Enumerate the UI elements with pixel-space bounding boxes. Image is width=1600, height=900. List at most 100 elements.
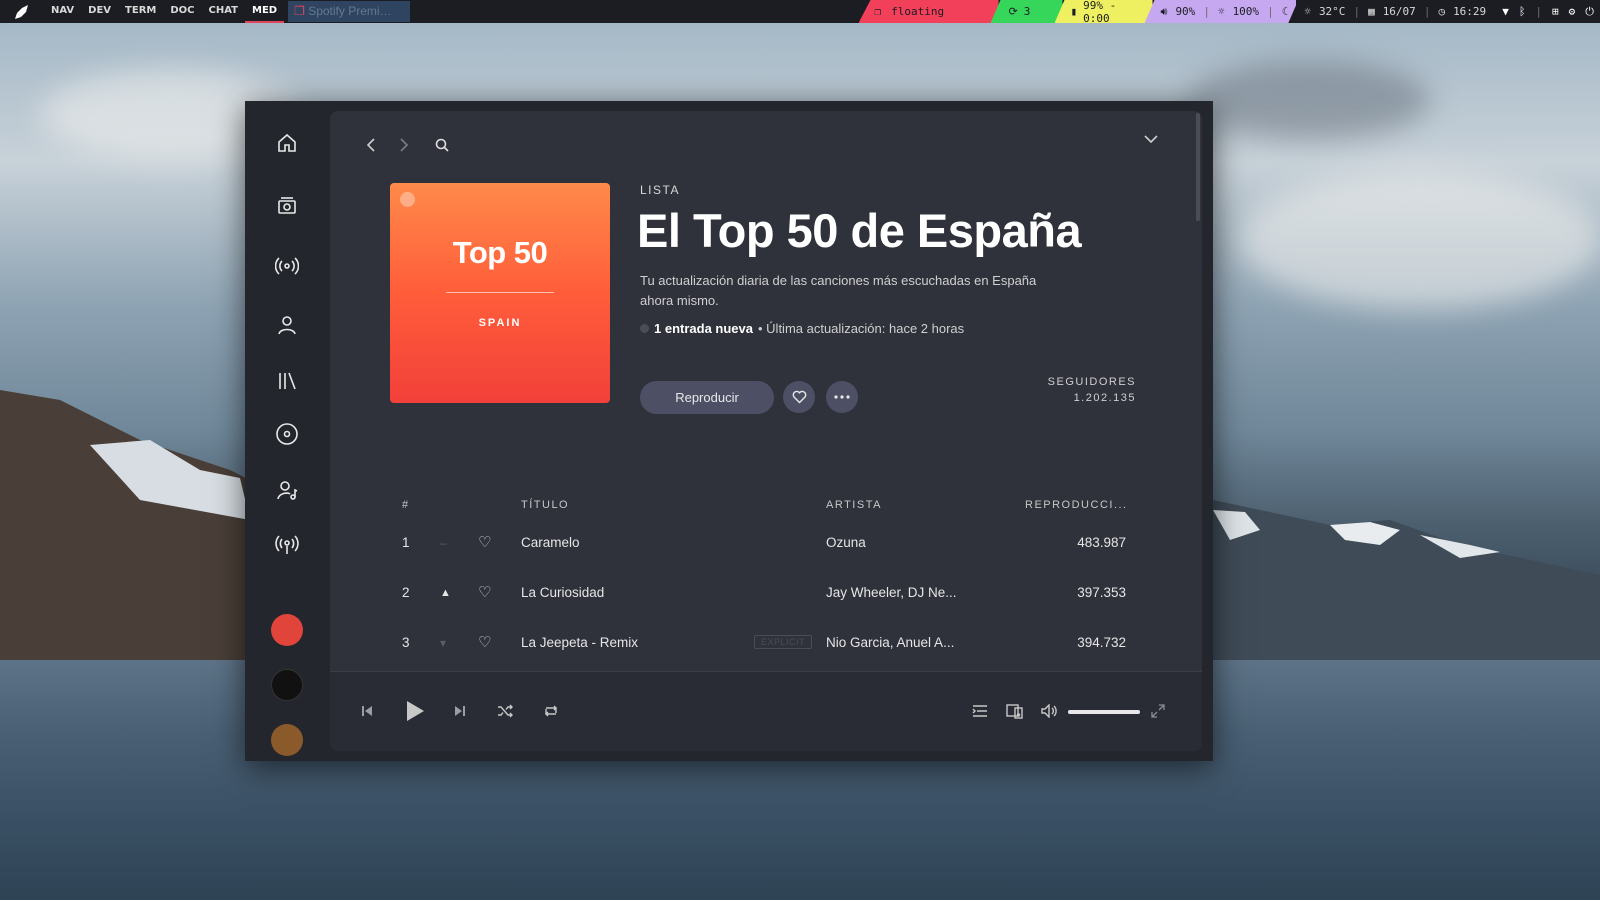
profile-icon[interactable] — [270, 308, 304, 342]
workspace-med[interactable]: MED — [245, 0, 285, 23]
podcast-icon[interactable] — [270, 528, 304, 562]
workspace-term[interactable]: TERM — [118, 0, 163, 23]
spotify-logo-icon — [400, 192, 415, 207]
divider: | — [1267, 5, 1274, 18]
avatar-playlist-3[interactable] — [271, 724, 303, 756]
avatar-playlist-1[interactable] — [271, 614, 303, 646]
divider: | — [1423, 5, 1431, 18]
heart-icon[interactable]: ♡ — [478, 568, 491, 618]
add-icon[interactable]: ⊞ — [1552, 5, 1559, 18]
window-title-text: Spotify Premi… — [308, 4, 392, 18]
track-plays: 483.987 — [1077, 535, 1126, 550]
new-entries-text: 1 entrada nueva — [654, 321, 753, 336]
taskbar-window-title[interactable]: ❐ Spotify Premi… — [288, 1, 411, 22]
track-plays: 394.732 — [1077, 635, 1126, 650]
main-panel: Top 50 SPAIN LISTA El Top 50 de España T… — [330, 111, 1202, 751]
track-number: 1 — [402, 535, 410, 550]
page-title: El Top 50 de España — [637, 204, 1082, 257]
cover-title: Top 50 — [452, 235, 548, 270]
layout-mode-segment[interactable]: ❐ floating — [858, 0, 999, 23]
column-header-title[interactable]: TÍTULO — [521, 499, 569, 511]
heart-icon[interactable]: ♡ — [478, 518, 491, 568]
battery-text: 99% - 0:00 — [1083, 0, 1117, 25]
workspace-doc[interactable]: DOC — [163, 0, 201, 23]
top-panel: NAV DEV TERM DOC CHAT MED ❐ Spotify Prem… — [0, 0, 1600, 23]
settings-gear-icon[interactable]: ⚙ — [1569, 5, 1576, 18]
playlist-meta: 1 entrada nueva • Última actualización: … — [640, 321, 964, 336]
workspace-chat[interactable]: CHAT — [202, 0, 246, 23]
window-icon: ❐ — [294, 4, 309, 18]
browse-icon[interactable] — [270, 188, 304, 222]
repeat-icon[interactable] — [538, 698, 564, 724]
track-number: 2 — [402, 585, 410, 600]
search-icon[interactable] — [430, 133, 454, 157]
home-icon[interactable] — [270, 126, 304, 160]
chevron-down-icon[interactable] — [1139, 127, 1163, 151]
track-artist[interactable]: Jay Wheeler, DJ Ne... — [826, 568, 957, 618]
heart-icon[interactable] — [783, 381, 815, 413]
radio-icon[interactable] — [270, 249, 304, 283]
calendar-icon: ▦ — [1368, 5, 1375, 18]
trend-up-icon: ▲ — [440, 587, 451, 599]
table-row[interactable]: 2 ▲ ♡ La Curiosidad Jay Wheeler, DJ Ne..… — [330, 568, 1202, 618]
explicit-badge: EXPLICIT — [754, 635, 813, 649]
heart-icon[interactable]: ♡ — [478, 618, 491, 668]
clock-segment: ☼ 32°C | ▦ 16/07 | ◷ 16:29 — [1288, 0, 1495, 23]
track-plays: 397.353 — [1077, 585, 1126, 600]
disc-icon[interactable] — [270, 417, 304, 451]
battery-icon: ▮ — [1070, 5, 1078, 18]
updates-segment[interactable]: ⟳ 3 — [990, 0, 1063, 23]
bluetooth-icon[interactable]: ᛒ — [1519, 5, 1526, 18]
workspace-dev[interactable]: DEV — [81, 0, 118, 23]
power-icon[interactable]: ⏻ — [1585, 5, 1594, 19]
column-header-plays[interactable]: REPRODUCCI... — [1025, 499, 1128, 511]
back-chevron-icon[interactable] — [359, 133, 383, 157]
playlist-description: Tu actualización diaria de las canciones… — [640, 273, 1037, 308]
queue-icon[interactable] — [967, 698, 993, 724]
previous-track-icon[interactable] — [354, 698, 380, 724]
cover-divider — [446, 292, 554, 293]
spotify-window: Top 50 SPAIN LISTA El Top 50 de España T… — [245, 101, 1213, 761]
next-track-icon[interactable] — [447, 698, 473, 724]
divider: | — [1353, 5, 1361, 18]
volume-slider[interactable] — [1068, 710, 1140, 714]
night-mode-icon[interactable]: ☾ — [1282, 5, 1289, 18]
fullscreen-icon[interactable] — [1145, 698, 1171, 724]
new-entry-dot-icon — [640, 324, 649, 333]
column-header-artist[interactable]: ARTISTA — [826, 499, 882, 511]
track-title[interactable]: La Curiosidad — [521, 568, 604, 618]
track-title[interactable]: La Jeepeta - Remix — [521, 618, 638, 668]
sidebar — [245, 101, 329, 761]
divider: | — [1203, 5, 1210, 18]
rocket-launcher-icon[interactable] — [0, 0, 44, 23]
wifi-icon[interactable]: ▼ — [1502, 5, 1509, 18]
table-row[interactable]: 3 ▾ ♡ La Jeepeta - Remix EXPLICIT Nio Ga… — [330, 618, 1202, 668]
table-row[interactable]: 1 – ♡ Caramelo Ozuna 483.987 — [330, 518, 1202, 568]
playlist-cover[interactable]: Top 50 SPAIN — [390, 183, 610, 403]
play-button[interactable]: Reproducir — [640, 381, 774, 414]
divider: | — [1535, 5, 1543, 18]
refresh-icon: ⟳ — [1008, 5, 1018, 18]
track-title[interactable]: Caramelo — [521, 518, 580, 568]
play-icon[interactable] — [398, 694, 432, 728]
forward-chevron-icon[interactable] — [392, 133, 416, 157]
system-info-segment: 🔊︎ 90% | ☼ 100% | ☾ — [1144, 0, 1297, 23]
clock-icon: ◷ — [1438, 5, 1446, 18]
scrollbar-thumb[interactable] — [1196, 113, 1200, 221]
avatar-playlist-2[interactable] — [271, 669, 303, 701]
trend-same-icon: – — [440, 536, 447, 550]
library-icon[interactable] — [270, 364, 304, 398]
track-artist[interactable]: Nio Garcia, Anuel A... — [826, 618, 954, 668]
cover-subtitle: SPAIN — [478, 317, 522, 329]
devices-icon[interactable] — [1002, 698, 1028, 724]
more-options-icon[interactable] — [826, 381, 858, 413]
artist-icon[interactable] — [270, 473, 304, 507]
volume-icon[interactable] — [1037, 698, 1063, 724]
shuffle-icon[interactable] — [492, 698, 518, 724]
workspace-nav[interactable]: NAV — [44, 0, 81, 23]
track-artist[interactable]: Ozuna — [826, 518, 866, 568]
track-number: 3 — [402, 635, 410, 650]
status-area: ❐ floating ⟳ 3 ▮ 99% - 0:00 🔊︎ 90% | ☼ 100% |… — [858, 0, 1600, 25]
column-header-number[interactable]: # — [402, 499, 410, 511]
system-tray: ▼ ᛒ | ⊞ ⚙ ⏻ — [1494, 0, 1600, 23]
